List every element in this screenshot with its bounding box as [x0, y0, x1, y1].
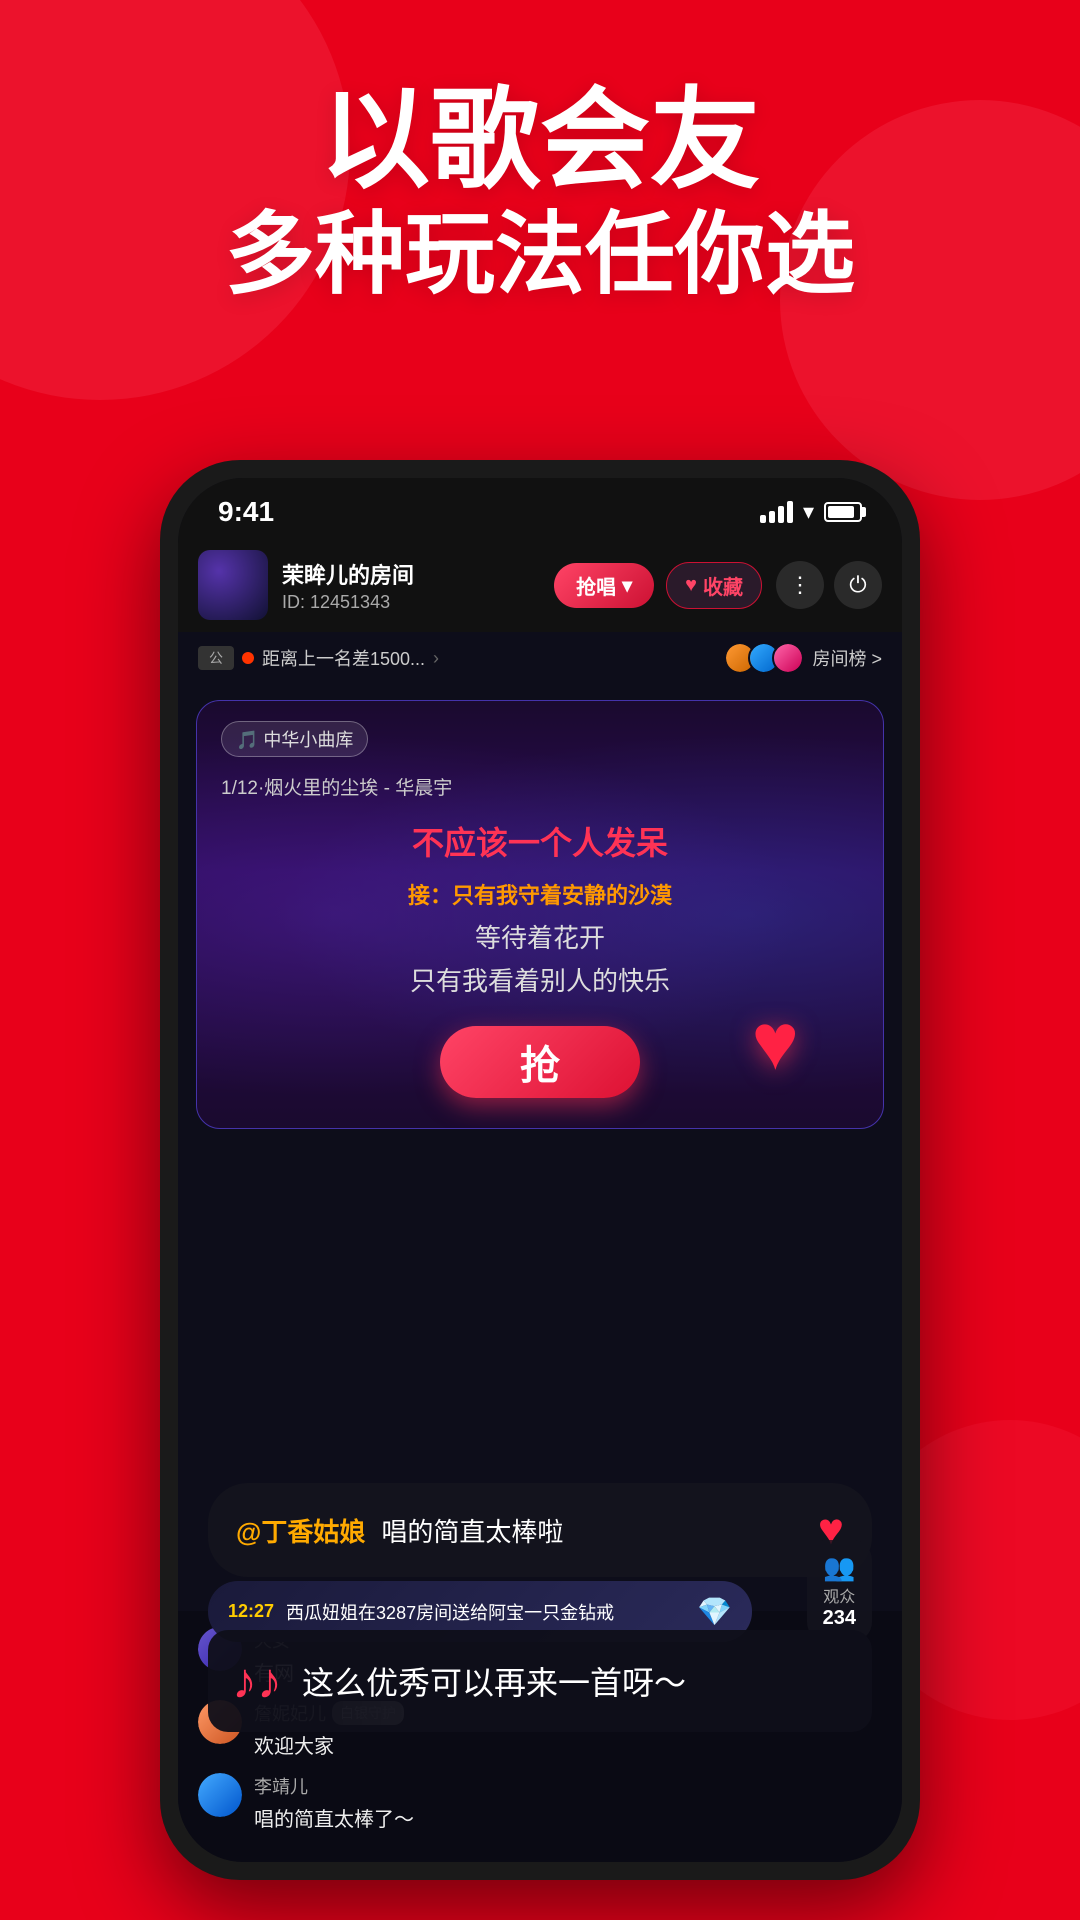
power-button[interactable]: ⏻ — [834, 561, 882, 609]
heart-float-decoration: ♥ — [752, 996, 800, 1088]
grab-button[interactable]: 抢 — [440, 1026, 640, 1098]
lyrics-next-text: 只有我守着安静的沙漠 — [452, 883, 672, 908]
music-popup: ♪♪ 这么优秀可以再来一首呀～ — [208, 1630, 872, 1732]
rank-avatar-3 — [772, 642, 804, 674]
wifi-icon: ▾ — [803, 499, 814, 525]
more-button[interactable]: ⋮ — [776, 561, 824, 609]
phone-screen: 9:41 ▾ 茉眸儿的房间 ID: 1245134 — [178, 478, 902, 1862]
song-card-header: 🎵 中华小曲库 — [221, 721, 859, 757]
lyrics-next-label: 接：只有我守着安静的沙漠 — [221, 878, 859, 910]
room-action-buttons: 抢唱 ▾ ♥ 收藏 — [554, 562, 762, 609]
hero-section: 以歌会友 多种玩法任你选 — [0, 80, 1080, 309]
chat-message-1: 欢迎大家 — [254, 1730, 882, 1759]
lyrics-next2: 等待着花开 — [221, 918, 859, 955]
status-bar: 9:41 ▾ — [178, 478, 902, 538]
comment-bubble: @丁香姑娘 唱的简直太棒啦 ♥ — [208, 1483, 872, 1577]
rank-avatars — [724, 642, 804, 674]
battery-icon — [824, 502, 862, 522]
audience-label: 观众 — [823, 1583, 856, 1607]
heart-big-icon: ♥ — [752, 997, 800, 1086]
notice-bar: 公 距离上一名差1500... › 房间榜 > — [178, 632, 902, 684]
room-info: 茉眸儿的房间 ID: 12451343 — [282, 558, 540, 613]
announcement-icon: 公 — [198, 646, 234, 670]
lyrics-next-prefix: 接： — [408, 883, 452, 908]
room-avatar — [198, 550, 268, 620]
chat-item-2: 李靖儿 唱的简直太棒了～ — [198, 1773, 882, 1832]
phone-mockup: 9:41 ▾ 茉眸儿的房间 ID: 1245134 — [160, 460, 920, 1880]
comment-mention: @丁香姑娘 — [236, 1512, 365, 1549]
music-popup-text: 这么优秀可以再来一首呀～ — [302, 1658, 686, 1704]
song-lib-badge: 🎵 中华小曲库 — [221, 721, 368, 757]
notice-left: 公 距离上一名差1500... › — [198, 645, 714, 671]
qiangchang-button[interactable]: 抢唱 ▾ — [554, 563, 654, 608]
chevron-down-icon: ▾ — [622, 573, 632, 598]
chat-username-2: 李靖儿 — [254, 1773, 882, 1799]
gift-icon: 💎 — [697, 1595, 732, 1628]
gift-time: 12:27 — [228, 1601, 274, 1622]
notice-dot — [242, 652, 254, 664]
gift-text: 西瓜妞姐在3287房间送给阿宝一只金钻戒 — [286, 1599, 685, 1625]
signal-icon — [760, 501, 793, 523]
grab-section: 抢 ♥ — [221, 1026, 859, 1098]
rank-label[interactable]: 房间榜 > — [812, 645, 882, 671]
lyrics-main: 不应该一个人发呆 — [221, 818, 859, 864]
status-icons: ▾ — [760, 499, 862, 525]
battery-fill — [828, 506, 854, 518]
lyrics-next3: 只有我看着别人的快乐 — [221, 961, 859, 998]
music-note-icon: ♪♪ — [232, 1652, 282, 1710]
room-header: 茉眸儿的房间 ID: 12451343 抢唱 ▾ ♥ 收藏 ⋮ ⏻ — [178, 538, 902, 632]
chat-avatar-2 — [198, 1773, 242, 1817]
notice-text: 距离上一名差1500... — [262, 645, 425, 671]
chat-message-2: 唱的简直太棒了～ — [254, 1803, 882, 1832]
audience-number: 234 — [823, 1607, 856, 1630]
room-id: ID: 12451343 — [282, 592, 540, 613]
notice-arrow-icon: › — [433, 648, 439, 669]
audience-count: 👥 观众 234 — [807, 1540, 872, 1642]
hero-title-line2: 多种玩法任你选 — [0, 201, 1080, 309]
room-name: 茉眸儿的房间 — [282, 558, 540, 590]
notice-right: 房间榜 > — [724, 642, 882, 674]
song-meta: 1/12·烟火里的尘埃 - 华晨宇 — [221, 773, 859, 800]
shoucang-label: 收藏 — [703, 571, 743, 600]
qiangchang-label: 抢唱 — [576, 571, 616, 600]
hero-title-line1: 以歌会友 — [0, 80, 1080, 201]
shoucang-button[interactable]: ♥ 收藏 — [666, 562, 762, 609]
chat-content-2: 李靖儿 唱的简直太棒了～ — [254, 1773, 882, 1832]
heart-icon: ♥ — [685, 574, 697, 597]
room-ctrl-buttons: ⋮ ⏻ — [776, 561, 882, 609]
song-card: 🎵 中华小曲库 1/12·烟火里的尘埃 - 华晨宇 不应该一个人发呆 接：只有我… — [196, 700, 884, 1129]
comment-text: 唱的简直太棒啦 — [381, 1512, 563, 1549]
room-avatar-img — [198, 550, 268, 620]
audience-icon: 👥 — [823, 1552, 856, 1583]
status-time: 9:41 — [218, 496, 274, 528]
